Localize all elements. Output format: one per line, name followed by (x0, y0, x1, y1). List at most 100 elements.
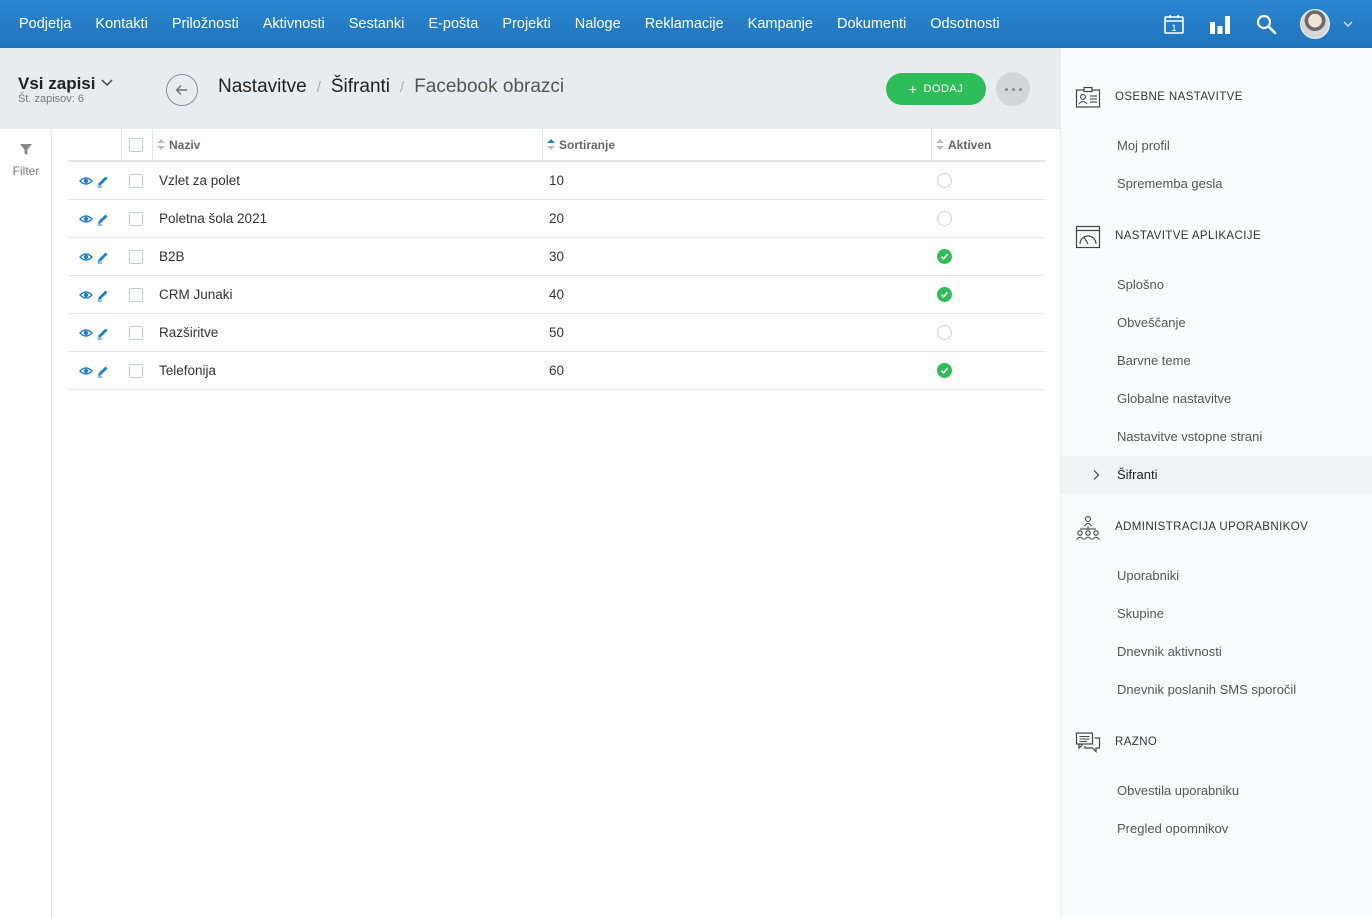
menu-item-globalne-nastavitve[interactable]: Globalne nastavitve (1117, 391, 1231, 406)
menu-item-obvestila[interactable]: Obvestila uporabniku (1117, 783, 1239, 798)
calendar-day: 1 (1171, 23, 1176, 33)
nav-item-aktivnosti[interactable]: Aktivnosti (251, 0, 337, 48)
view-selector[interactable]: Vsi zapisi (18, 72, 114, 94)
view-eye-icon[interactable] (79, 212, 93, 226)
chevron-right-icon (1092, 468, 1100, 486)
menu-item-uporabniki[interactable]: Uporabniki (1117, 568, 1179, 583)
table-body: Vzlet za polet 10 Poletna šola 2021 20 B… (68, 162, 1045, 390)
nav-item-kampanje[interactable]: Kampanje (736, 0, 825, 48)
nav-item-dokumenti[interactable]: Dokumenti (825, 0, 918, 48)
cell-naziv: Poletna šola 2021 (159, 211, 268, 226)
add-button[interactable]: + DODAJ (886, 73, 986, 105)
cell-naziv: Razširitve (159, 325, 219, 340)
cell-naziv: B2B (159, 249, 185, 264)
nav-tools: 1 (1162, 0, 1372, 48)
id-card-icon (1075, 85, 1101, 111)
menu-item-dnevnik-sms[interactable]: Dnevnik poslanih SMS sporočil (1117, 682, 1296, 697)
back-button[interactable] (166, 74, 198, 106)
row-checkbox[interactable] (129, 249, 143, 264)
row-checkbox[interactable] (129, 325, 143, 340)
row-checkbox[interactable] (129, 173, 143, 188)
section-title-osebne: OSEBNE NASTAVITVE (1115, 91, 1243, 103)
column-header-naziv[interactable]: Naziv (157, 129, 537, 160)
users-hierarchy-icon (1075, 515, 1101, 541)
table-row: B2B 30 (68, 238, 1045, 276)
row-checkbox-cell (129, 314, 143, 351)
column-separator (931, 129, 932, 160)
column-separator (542, 129, 543, 160)
menu-item-dnevnik-aktivnosti[interactable]: Dnevnik aktivnosti (1117, 644, 1222, 659)
edit-pencil-icon[interactable] (96, 212, 110, 226)
gauge-window-icon (1075, 224, 1101, 250)
nav-item-naloge[interactable]: Naloge (563, 0, 633, 48)
edit-pencil-icon[interactable] (96, 250, 110, 264)
reports-chart-icon[interactable] (1208, 12, 1232, 36)
cell-aktiven (937, 276, 952, 313)
row-checkbox[interactable] (129, 287, 143, 302)
nav-item-eposta[interactable]: E-pošta (416, 0, 490, 48)
page-header: Vsi zapisi Št. zapisov: 6 Nastavitve / Š… (0, 48, 1060, 129)
menu-item-opomniki[interactable]: Pregled opomnikov (1117, 821, 1228, 836)
breadcrumb-sifranti[interactable]: Šifranti (331, 76, 390, 98)
row-checkbox[interactable] (129, 363, 143, 378)
nav-item-odsotnosti[interactable]: Odsotnosti (918, 0, 1011, 48)
column-header-sortiranje[interactable]: Sortiranje (547, 129, 927, 160)
column-header-aktiven[interactable]: Aktiven (936, 129, 1036, 160)
row-checkbox-cell (129, 276, 143, 313)
table-row: Poletna šola 2021 20 (68, 200, 1045, 238)
filter-icon (20, 144, 32, 155)
menu-item-barvne-teme[interactable]: Barvne teme (1117, 353, 1191, 368)
menu-item-splosno[interactable]: Splošno (1117, 277, 1164, 292)
row-checkbox-cell (129, 238, 143, 275)
record-count: Št. zapisov: 6 (18, 93, 85, 105)
select-all-checkbox-cell (129, 129, 143, 160)
breadcrumb-nastavitve[interactable]: Nastavitve (218, 76, 307, 98)
nav-item-podjetja[interactable]: Podjetja (7, 0, 83, 48)
chat-bubbles-icon (1075, 730, 1101, 756)
row-actions (79, 352, 110, 389)
active-check-icon (937, 363, 952, 378)
menu-item-sifranti-active[interactable]: Šifranti (1061, 456, 1372, 494)
user-avatar[interactable] (1300, 9, 1330, 39)
nav-item-kontakti[interactable]: Kontakti (83, 0, 159, 48)
chevron-down-icon (101, 72, 114, 92)
view-eye-icon[interactable] (79, 288, 93, 302)
edit-pencil-icon[interactable] (96, 174, 110, 188)
filter-button[interactable]: Filter (0, 143, 52, 178)
edit-pencil-icon[interactable] (96, 288, 110, 302)
edit-pencil-icon[interactable] (96, 364, 110, 378)
nav-item-reklamacije[interactable]: Reklamacije (633, 0, 736, 48)
calendar-icon[interactable]: 1 (1162, 12, 1186, 36)
chevron-down-icon[interactable] (1336, 12, 1360, 36)
row-checkbox-cell (129, 162, 143, 199)
row-actions (79, 276, 110, 313)
row-actions (79, 314, 110, 351)
menu-item-skupine[interactable]: Skupine (1117, 606, 1164, 621)
nav-item-sestanki[interactable]: Sestanki (337, 0, 417, 48)
inactive-circle-icon (937, 325, 952, 340)
menu-item-sprememba-gesla[interactable]: Sprememba gesla (1117, 176, 1223, 191)
active-check-icon (937, 287, 952, 302)
view-eye-icon[interactable] (79, 364, 93, 378)
select-all-checkbox[interactable] (129, 137, 143, 152)
more-options-button[interactable] (996, 72, 1030, 106)
menu-item-moj-profil[interactable]: Moj profil (1117, 138, 1170, 153)
view-eye-icon[interactable] (79, 174, 93, 188)
view-eye-icon[interactable] (79, 250, 93, 264)
nav-item-priloznosti[interactable]: Priložnosti (160, 0, 251, 48)
sort-ascending-icon (547, 139, 555, 150)
column-label-sortiranje: Sortiranje (559, 137, 616, 152)
cell-sortiranje: 10 (549, 173, 565, 188)
menu-item-vstopna-stran[interactable]: Nastavitve vstopne strani (1117, 429, 1262, 444)
row-checkbox-cell (129, 352, 143, 389)
plus-icon: + (908, 81, 918, 97)
cell-sortiranje: 50 (549, 325, 565, 340)
search-icon[interactable] (1254, 12, 1278, 36)
column-label-naziv: Naziv (169, 137, 201, 152)
breadcrumb-separator: / (316, 78, 321, 96)
menu-item-obvescanje[interactable]: Obveščanje (1117, 315, 1186, 330)
nav-item-projekti[interactable]: Projekti (490, 0, 562, 48)
edit-pencil-icon[interactable] (96, 326, 110, 340)
row-checkbox[interactable] (129, 211, 143, 226)
view-eye-icon[interactable] (79, 326, 93, 340)
